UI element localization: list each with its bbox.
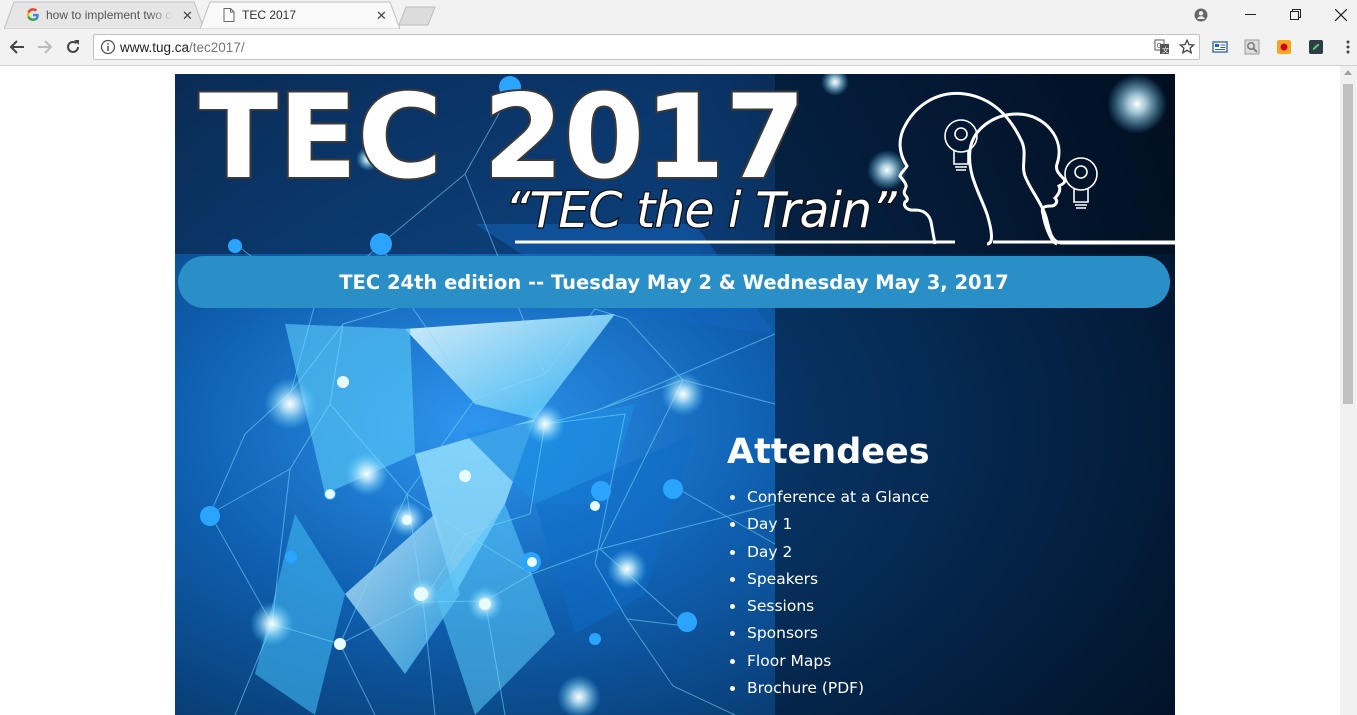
link-conference-at-a-glance[interactable]: Conference at a Glance <box>747 488 929 506</box>
svg-text:文: 文 <box>1162 46 1169 55</box>
attendees-list: Conference at a Glance Day 1 Day 2 Speak… <box>727 488 929 706</box>
minimize-icon[interactable] <box>1227 0 1273 29</box>
tab-strip: how to implement two column ✕ TEC 2017 ✕ <box>0 0 1357 29</box>
info-icon[interactable] <box>100 39 116 55</box>
extension-icon[interactable] <box>1211 38 1229 56</box>
restore-icon[interactable] <box>1272 0 1318 29</box>
list-item[interactable]: Brochure (PDF) <box>727 679 929 706</box>
list-item[interactable]: Sponsors <box>727 624 929 651</box>
tab-search[interactable]: how to implement two column ✕ <box>4 1 204 29</box>
list-item[interactable]: Day 1 <box>727 515 929 542</box>
vertical-scrollbar[interactable] <box>1340 66 1357 715</box>
tab-title: TEC 2017 <box>242 8 297 22</box>
back-icon[interactable] <box>6 36 28 58</box>
url-text: www.tug.ca/tec2017/ <box>120 40 245 55</box>
address-bar[interactable]: www.tug.ca/tec2017/ G文 <box>93 34 1200 60</box>
browser-toolbar: www.tug.ca/tec2017/ G文 <box>0 29 1357 66</box>
forward-icon[interactable] <box>34 36 56 58</box>
link-day-1[interactable]: Day 1 <box>747 515 792 533</box>
link-sponsors[interactable]: Sponsors <box>747 624 818 642</box>
extension-icon[interactable] <box>1275 38 1293 56</box>
translate-icon[interactable]: G文 <box>1153 38 1171 56</box>
close-icon[interactable]: ✕ <box>182 8 193 24</box>
extension-icon[interactable] <box>1307 38 1325 56</box>
list-item[interactable]: Sessions <box>727 597 929 624</box>
new-tab-button[interactable] <box>398 6 436 26</box>
edition-text: TEC 24th edition -- Tuesday May 2 & Wedn… <box>339 270 1009 294</box>
scrollbar-thumb[interactable] <box>1343 84 1353 404</box>
extension-icon[interactable] <box>1243 38 1261 56</box>
link-floor-maps[interactable]: Floor Maps <box>747 652 831 670</box>
tec2017-banner: TEC 2017 “TEC the i Train” TEC 24th edit… <box>175 74 1175 715</box>
page-favicon <box>222 8 236 22</box>
list-item[interactable]: Speakers <box>727 570 929 597</box>
bookmark-star-icon[interactable] <box>1178 38 1196 56</box>
menu-icon[interactable] <box>1339 38 1357 56</box>
banner-slogan: “TEC the i Train” <box>504 182 898 239</box>
tab-title: how to implement two column <box>46 8 174 22</box>
banner-title: TEC 2017 <box>197 74 808 205</box>
list-item[interactable]: Floor Maps <box>727 652 929 679</box>
close-icon[interactable]: ✕ <box>376 8 387 24</box>
edition-bar: TEC 24th edition -- Tuesday May 2 & Wedn… <box>178 256 1170 308</box>
list-item[interactable]: Day 2 <box>727 543 929 570</box>
link-brochure-pdf[interactable]: Brochure (PDF) <box>747 679 864 697</box>
scroll-up-arrow-icon[interactable] <box>1344 70 1352 75</box>
close-window-icon[interactable] <box>1318 0 1357 29</box>
link-day-2[interactable]: Day 2 <box>747 543 792 561</box>
link-speakers[interactable]: Speakers <box>747 570 818 588</box>
tab-tec2017[interactable]: TEC 2017 ✕ <box>200 1 400 29</box>
url-domain: www.tug.ca <box>120 40 190 55</box>
reload-icon[interactable] <box>62 36 84 58</box>
url-path: /tec2017/ <box>189 40 245 55</box>
page-viewport: TEC 2017 “TEC the i Train” TEC 24th edit… <box>0 66 1357 715</box>
list-item[interactable]: Conference at a Glance <box>727 488 929 515</box>
google-favicon <box>26 8 40 22</box>
link-sessions[interactable]: Sessions <box>747 597 814 615</box>
attendees-heading: Attendees <box>727 432 930 472</box>
profile-icon[interactable] <box>1178 0 1224 29</box>
